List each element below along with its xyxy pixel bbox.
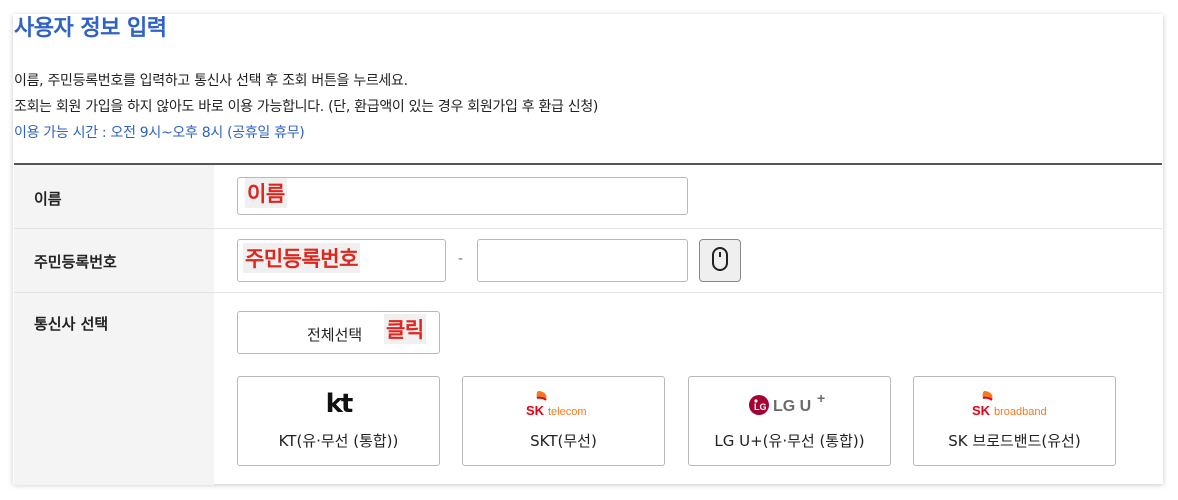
lguplus-logo-icon: LG LG U + [689, 389, 890, 419]
skbroadband-logo-icon: SK broadband [914, 389, 1115, 419]
rrn-label: 주민등록번호 [34, 253, 117, 271]
carrier-option-kt[interactable]: kt KT(유·무선 (통합)) [237, 376, 440, 466]
rrn-back-input[interactable] [477, 239, 688, 282]
service-hours-text: 이용 가능 시간 : 오전 9시~오후 8시 (공휴일 휴무) [14, 125, 305, 141]
secure-keypad-button[interactable] [699, 239, 741, 282]
carrier-label-lguplus: LG U+(유·무선 (통합)) [714, 432, 865, 450]
row-divider [14, 292, 1162, 293]
name-annotation: 이름 [245, 178, 287, 208]
user-info-form: 이름 이름 주민등록번호 주민등록번호 - 통신사 선택 전체선택 클릭 kt … [14, 165, 1162, 485]
row-divider [14, 228, 1162, 229]
svg-text:LG: LG [754, 402, 767, 412]
carrier-label: 통신사 선택 [34, 315, 109, 333]
name-input[interactable] [237, 177, 688, 215]
rrn-separator: - [458, 251, 464, 267]
skt-logo-icon: SK telecom [463, 389, 664, 419]
carrier-option-skbroadband[interactable]: SK broadband SK 브로드밴드(유선) [913, 376, 1116, 466]
kt-logo-icon: kt [325, 389, 354, 419]
select-all-label: 전체선택 [307, 326, 363, 344]
svg-text:SK: SK [972, 403, 991, 418]
svg-text:telecom: telecom [548, 406, 587, 418]
mouse-icon [711, 246, 729, 276]
instruction-text: 이름, 주민등록번호를 입력하고 통신사 선택 후 조회 버튼을 누르세요. [14, 73, 408, 89]
carrier-option-lguplus[interactable]: LG LG U + LG U+(유·무선 (통합)) [688, 376, 891, 466]
carrier-option-skt[interactable]: SK telecom SKT(무선) [462, 376, 665, 466]
carrier-label-skt: SKT(무선) [530, 432, 597, 450]
carrier-label-kt: KT(유·무선 (통합)) [278, 432, 399, 450]
svg-text:broadband: broadband [994, 406, 1047, 418]
signup-note-text: 조회는 회원 가입을 하지 않아도 바로 이용 가능합니다. (단, 환급액이 … [14, 99, 599, 115]
svg-text:SK: SK [526, 403, 545, 418]
carrier-label-skbroadband: SK 브로드밴드(유선) [948, 432, 1081, 450]
svg-text:+: + [817, 390, 825, 406]
page-title: 사용자 정보 입력 [14, 16, 167, 41]
rrn-annotation: 주민등록번호 [243, 243, 360, 273]
svg-text:LG U: LG U [773, 398, 811, 415]
name-label: 이름 [34, 190, 62, 208]
select-all-annotation: 클릭 [384, 314, 426, 344]
